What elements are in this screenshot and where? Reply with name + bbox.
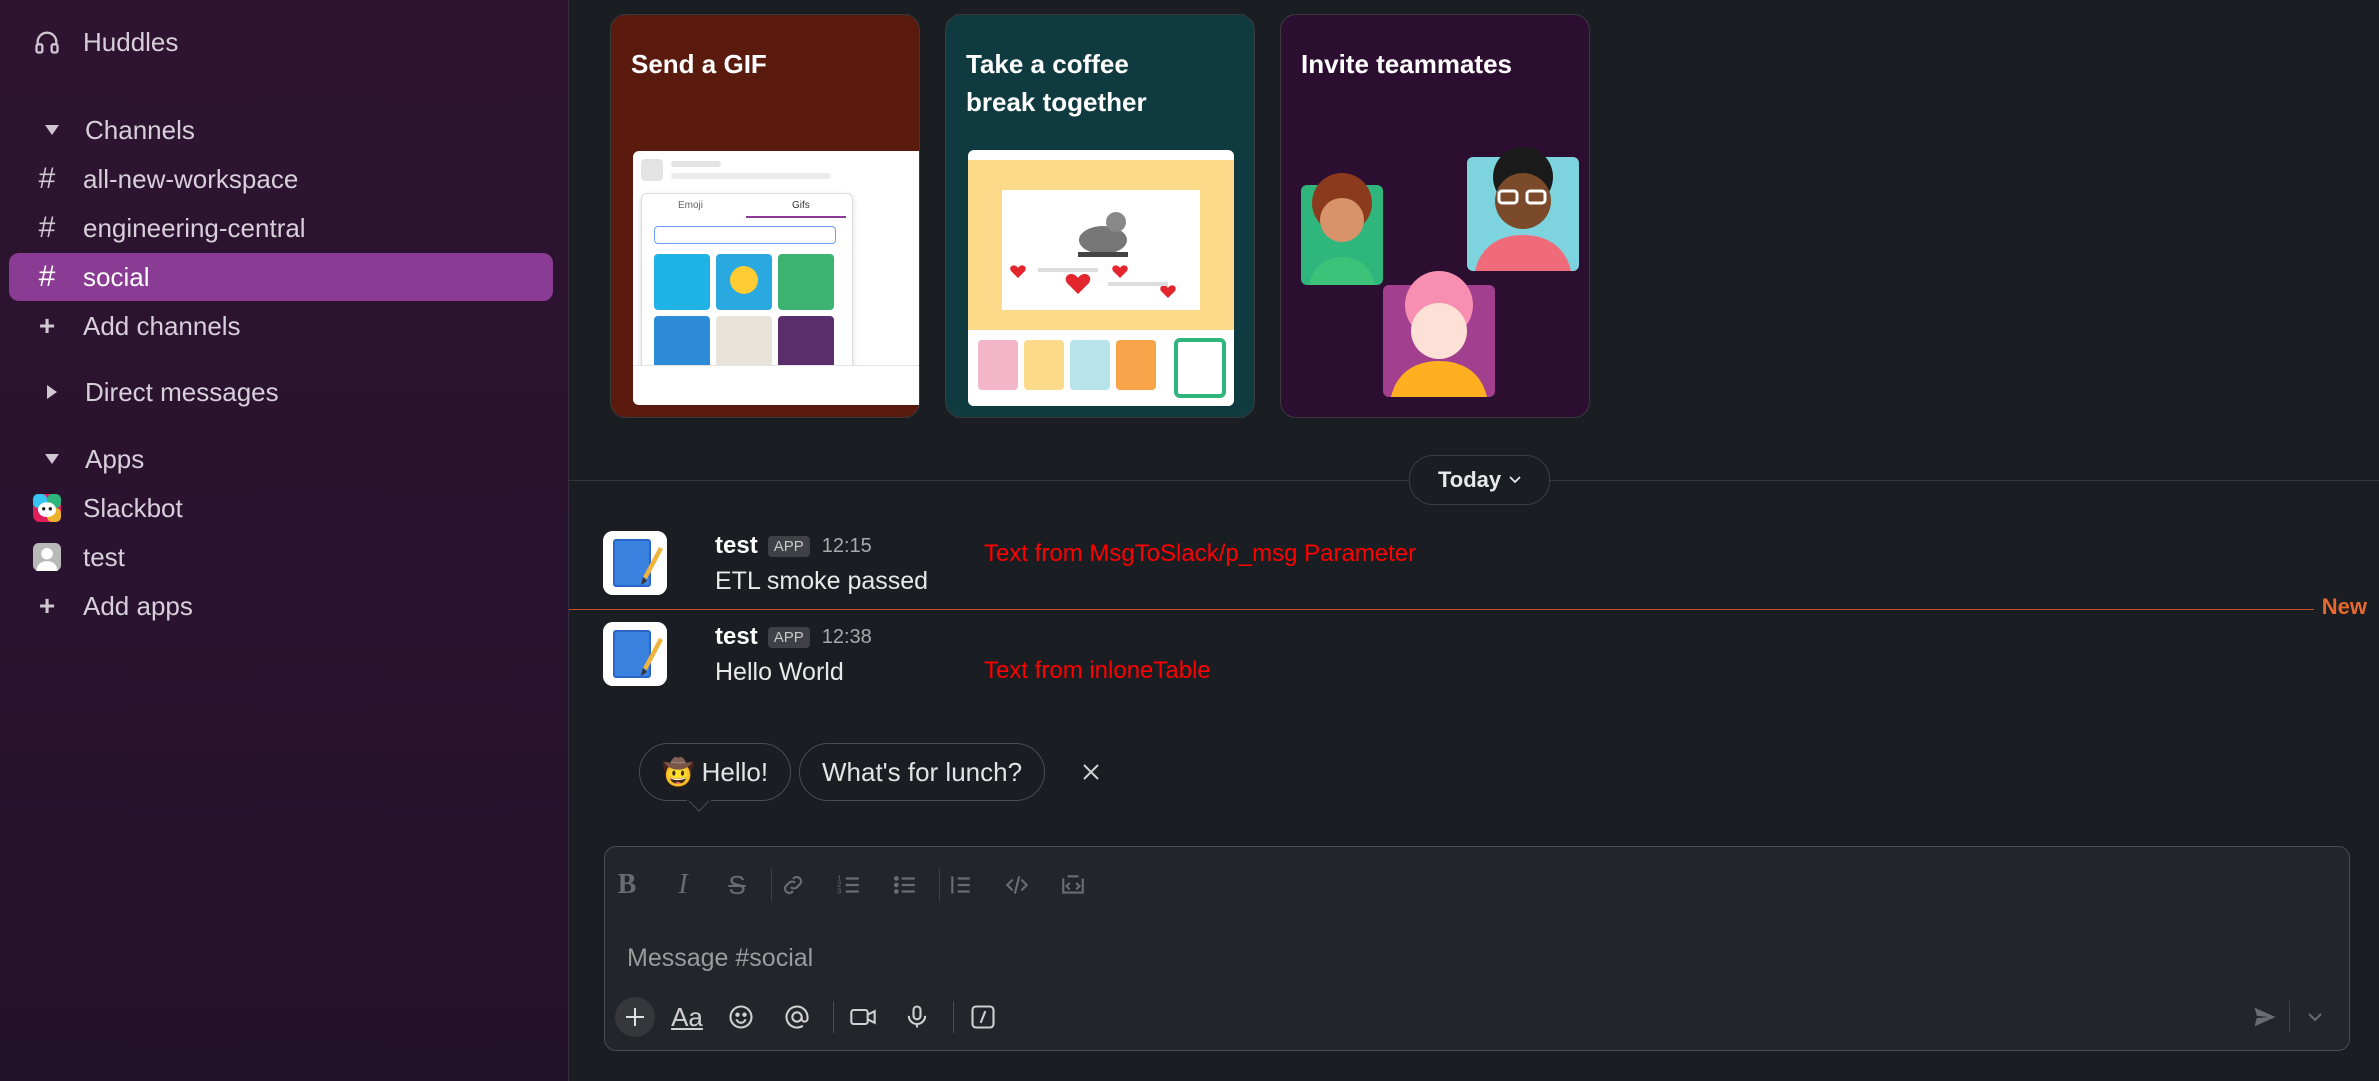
user-avatar-icon (33, 540, 61, 574)
chevron-down-icon (1509, 476, 1521, 484)
sidebar-item-huddles[interactable]: Huddles (9, 18, 553, 66)
sidebar: Huddles Channels # all-new-workspace # e… (0, 0, 569, 1081)
sidebar-item-label: social (83, 261, 150, 292)
video-icon[interactable] (843, 997, 883, 1037)
section-label: Direct messages (85, 376, 279, 407)
link-icon[interactable] (775, 867, 811, 903)
toolbar-separator (833, 1001, 834, 1033)
suggestion-chip-lunch[interactable]: What's for lunch? (799, 743, 1046, 801)
sidebar-item-label: all-new-workspace (83, 163, 299, 194)
strikethrough-icon[interactable]: S (719, 867, 755, 903)
new-messages-label: New (2313, 594, 2367, 620)
slackbot-icon (33, 491, 61, 525)
sidebar-item-label: Add channels (83, 310, 241, 341)
message-text: Hello World (715, 658, 844, 686)
toolbar-separator (953, 1001, 954, 1033)
sidebar-item-label: Add apps (83, 590, 193, 621)
card-title: Invite teammates (1301, 49, 1512, 79)
bold-icon[interactable]: B (609, 867, 645, 903)
annotation-note: Text from inloneTable (984, 657, 1211, 684)
sender-name[interactable]: test (715, 532, 758, 560)
card-title: Take a coffee break together (966, 49, 1147, 117)
teammates-illustration (1301, 147, 1579, 397)
code-block-icon[interactable] (1055, 867, 1091, 903)
send-gif-card[interactable]: Send a GIF Emoji Gifs (610, 14, 920, 418)
plus-icon[interactable] (615, 997, 655, 1037)
new-messages-line (569, 609, 2345, 610)
sidebar-item-test[interactable]: test (9, 533, 553, 581)
suggestion-chip-hello[interactable]: 🤠 Hello! (639, 743, 792, 801)
svg-text:3: 3 (837, 887, 841, 896)
mention-icon[interactable] (777, 997, 817, 1037)
channel-main: Send a GIF Emoji Gifs Take a coffee brea… (569, 0, 2379, 1081)
caret-right-icon (39, 384, 65, 400)
section-label: Apps (85, 443, 145, 474)
card-title: Send a GIF (631, 49, 767, 79)
sidebar-item-slackbot[interactable]: Slackbot (9, 484, 553, 532)
italic-icon[interactable]: I (665, 867, 701, 903)
headphones-icon (33, 28, 61, 56)
sidebar-item-label: test (83, 541, 125, 572)
app-badge: APP (767, 535, 810, 557)
sidebar-item-label: Huddles (83, 26, 179, 57)
app-badge: APP (767, 626, 810, 648)
date-divider-today[interactable]: Today (1409, 455, 1551, 505)
message-header: test APP 12:15 (715, 531, 872, 561)
annotation-note: Text from MsgToSlack/p_msg Parameter (984, 540, 1417, 567)
apps-section-header[interactable]: Apps (9, 437, 553, 481)
message-timestamp[interactable]: 12:15 (822, 535, 872, 558)
channels-section-header[interactable]: Channels (9, 108, 553, 152)
add-channels-button[interactable]: + Add channels (9, 302, 553, 350)
app-avatar[interactable] (603, 622, 667, 686)
plus-icon: + (38, 310, 56, 341)
section-label: Channels (85, 114, 195, 145)
sender-name[interactable]: test (715, 623, 758, 651)
huddle-illustration (968, 150, 1234, 406)
emoji-icon[interactable] (721, 997, 761, 1037)
ordered-list-icon[interactable]: 123 (831, 867, 867, 903)
sidebar-item-label: engineering-central (83, 212, 306, 243)
shortcuts-slash-icon[interactable] (963, 997, 1003, 1037)
toolbar-separator (2289, 1001, 2290, 1033)
code-icon[interactable] (999, 867, 1035, 903)
bulleted-list-icon[interactable] (887, 867, 923, 903)
message-composer: B I S 123 Aa (604, 846, 2350, 1051)
chip-tail (687, 799, 711, 812)
tab-gifs: Gifs (792, 200, 810, 211)
blockquote-icon[interactable] (943, 867, 979, 903)
toolbar-separator (939, 869, 940, 901)
close-icon[interactable] (1074, 755, 1108, 789)
microphone-icon[interactable] (897, 997, 937, 1037)
coffee-break-card[interactable]: Take a coffee break together (945, 14, 1255, 418)
sidebar-item-social[interactable]: # social (9, 253, 553, 301)
caret-down-icon (39, 453, 65, 465)
app-avatar[interactable] (603, 531, 667, 595)
tab-emoji: Emoji (678, 200, 704, 211)
message-text: ETL smoke passed (715, 567, 929, 595)
sidebar-item-all-new-workspace[interactable]: # all-new-workspace (9, 155, 553, 203)
formatting-toggle-icon[interactable]: Aa (667, 997, 707, 1037)
sidebar-item-label: Slackbot (83, 492, 183, 523)
send-icon[interactable] (2245, 997, 2285, 1037)
message-input[interactable] (625, 937, 2309, 979)
plus-icon: + (38, 590, 56, 621)
toolbar-separator (771, 869, 772, 901)
gif-picker-illustration: Emoji Gifs (633, 151, 919, 405)
sidebar-item-engineering-central[interactable]: # engineering-central (9, 204, 553, 252)
add-apps-button[interactable]: + Add apps (9, 582, 553, 630)
message-header: test APP 12:38 (715, 622, 872, 652)
hash-icon: # (38, 211, 56, 244)
message-timestamp[interactable]: 12:38 (822, 626, 872, 649)
chevron-down-icon[interactable] (2295, 997, 2335, 1037)
hash-icon: # (38, 162, 56, 195)
invite-teammates-card[interactable]: Invite teammates (1280, 14, 1590, 418)
caret-down-icon (39, 124, 65, 136)
hash-icon: # (38, 260, 56, 293)
direct-messages-section-header[interactable]: Direct messages (9, 370, 553, 414)
